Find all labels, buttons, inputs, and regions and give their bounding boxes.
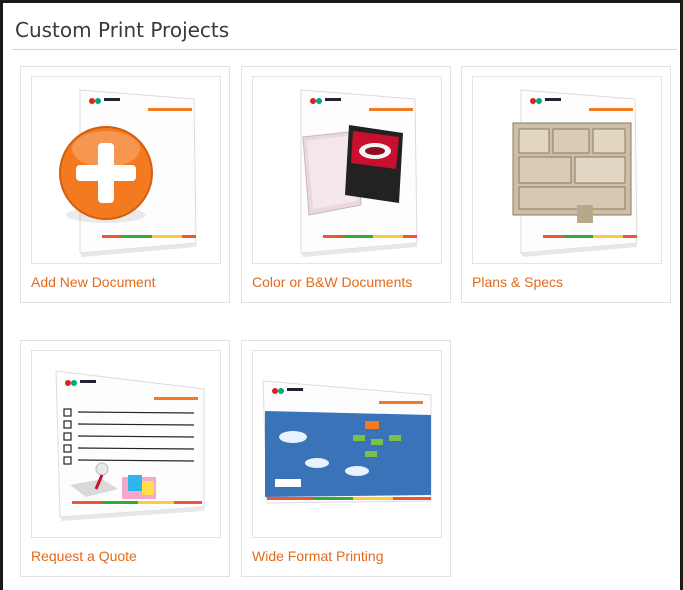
page-title: Custom Print Projects — [15, 18, 230, 42]
color-documents-icon — [252, 76, 442, 264]
project-card-color-bw-documents[interactable]: Color or B&W Documents — [241, 66, 451, 303]
project-card-label[interactable]: Add New Document — [31, 274, 156, 290]
project-card-label[interactable]: Request a Quote — [31, 548, 137, 564]
wide-format-banner-icon — [252, 350, 442, 538]
quote-checklist-icon — [31, 350, 221, 538]
title-divider — [12, 49, 677, 50]
project-card-label[interactable]: Color or B&W Documents — [252, 274, 412, 290]
project-card-request-quote[interactable]: Request a Quote — [20, 340, 230, 577]
project-card-label[interactable]: Plans & Specs — [472, 274, 563, 290]
project-card-label[interactable]: Wide Format Printing — [252, 548, 383, 564]
floor-plan-icon — [472, 76, 662, 264]
project-card-plans-specs[interactable]: Plans & Specs — [461, 66, 671, 303]
project-card-add-new-document[interactable]: Add New Document — [20, 66, 230, 303]
add-document-icon — [31, 76, 221, 264]
project-card-wide-format-printing[interactable]: Wide Format Printing — [241, 340, 451, 577]
